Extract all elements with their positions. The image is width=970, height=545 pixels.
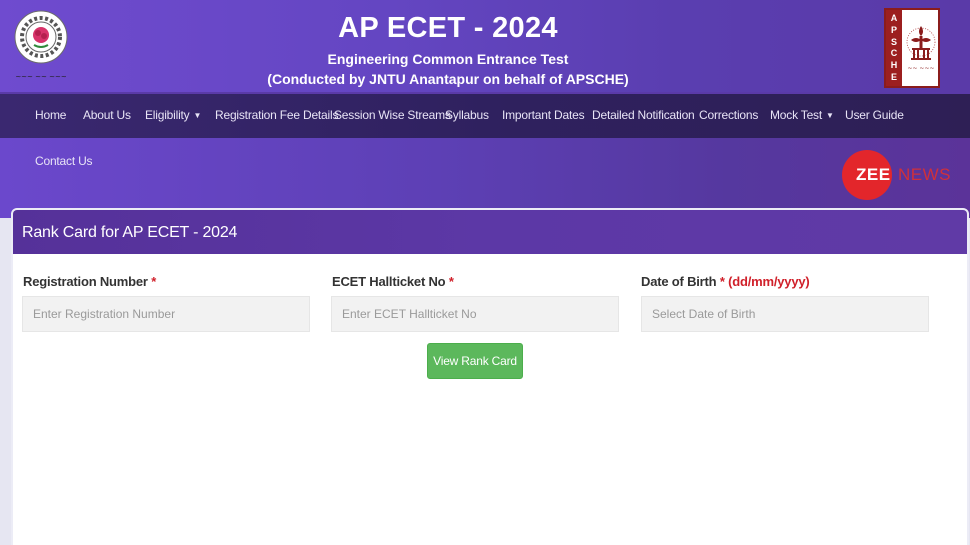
nav-label: Contact Us <box>35 154 93 168</box>
news-text: NEWS <box>898 165 951 184</box>
registration-number-label: Registration Number * <box>23 274 156 289</box>
nav-contact-us[interactable]: Contact Us <box>35 154 93 168</box>
apsche-letter: S <box>890 36 897 47</box>
conducted-by-text: (Conducted by JNTU Anantapur on behalf o… <box>267 71 629 87</box>
caret-down-icon: ▼ <box>826 111 834 120</box>
registration-number-input[interactable] <box>22 296 310 332</box>
secondary-nav: Contact Us ZEE NEWS <box>0 138 970 218</box>
apsche-letter: C <box>890 48 898 59</box>
nav-label: Detailed Notification <box>592 108 695 122</box>
apsche-letters: A P S C H E <box>886 10 902 86</box>
view-rank-card-button[interactable]: View Rank Card <box>427 343 523 379</box>
apsche-letter: H <box>890 59 898 70</box>
hallticket-input[interactable] <box>331 296 619 332</box>
svg-text:~~ ~~~: ~~ ~~~ <box>907 65 934 72</box>
nav-label: Corrections <box>699 108 759 122</box>
panel-title: Rank Card for AP ECET - 2024 <box>22 224 238 241</box>
page-title: AP ECET - 2024 <box>338 12 558 44</box>
nav-important-dates[interactable]: Important Dates <box>502 108 585 122</box>
nav-label: Session Wise Streams <box>334 108 451 122</box>
apsche-letter: E <box>890 71 897 82</box>
date-format-hint: (dd/mm/yyyy) <box>728 274 810 289</box>
caret-down-icon: ▼ <box>193 111 202 120</box>
zee-news-watermark: ZEE NEWS <box>842 150 952 200</box>
nav-mock-test[interactable]: Mock Test ▼ <box>770 108 834 122</box>
apsche-logo-icon: A P S C H E ~~ ~~~ <box>884 8 940 88</box>
nav-label: About Us <box>83 108 131 122</box>
nav-eligibility[interactable]: Eligibility ▼ <box>145 108 201 122</box>
nav-label: Mock Test <box>770 108 822 122</box>
nav-label: Home <box>35 108 67 122</box>
nav-detailed-notification[interactable]: Detailed Notification <box>592 108 695 122</box>
main-nav: Home About Us Eligibility ▼ Registration … <box>0 92 970 138</box>
nav-syllabus[interactable]: Syllabus <box>445 108 489 122</box>
nav-home[interactable]: Home <box>35 108 66 122</box>
nav-session-wise-streams[interactable]: Session Wise Streams <box>334 108 451 122</box>
nav-label: Eligibility <box>145 108 190 122</box>
site-header: ~~~ ~~ ~~~ AP ECET - 2024 Engineering Co… <box>0 0 970 92</box>
title-block: AP ECET - 2024 Engineering Common Entran… <box>0 10 896 89</box>
date-of-birth-input[interactable] <box>641 296 929 332</box>
required-mark: * <box>151 274 157 289</box>
nav-corrections[interactable]: Corrections <box>699 108 758 122</box>
hallticket-label: ECET Hallticket No * <box>332 274 454 289</box>
nav-label: Syllabus <box>445 108 489 122</box>
zee-text: ZEE <box>856 165 891 184</box>
required-mark: * <box>719 274 725 289</box>
date-of-birth-label: Date of Birth * (dd/mm/yyyy) <box>641 274 810 289</box>
apsche-letter: A <box>890 13 898 24</box>
nav-registration-fee-details[interactable]: Registration Fee Details <box>215 108 338 122</box>
nav-label: Important Dates <box>502 108 585 122</box>
required-mark: * <box>448 274 454 289</box>
nav-about-us[interactable]: About Us <box>83 108 131 122</box>
label-text: Registration Number <box>23 274 148 289</box>
label-text: Date of Birth <box>641 274 717 289</box>
nav-user-guide[interactable]: User Guide <box>845 108 904 122</box>
nav-label: Registration Fee Details <box>215 108 339 122</box>
panel-header: Rank Card for AP ECET - 2024 <box>13 210 967 254</box>
rank-card-panel: Rank Card for AP ECET - 2024 Registratio… <box>11 208 969 545</box>
page-subtitle: Engineering Common Entrance Test <box>327 51 569 67</box>
apsche-letter: P <box>890 24 897 35</box>
nav-label: User Guide <box>845 108 904 122</box>
label-text: ECET Hallticket No <box>332 274 446 289</box>
